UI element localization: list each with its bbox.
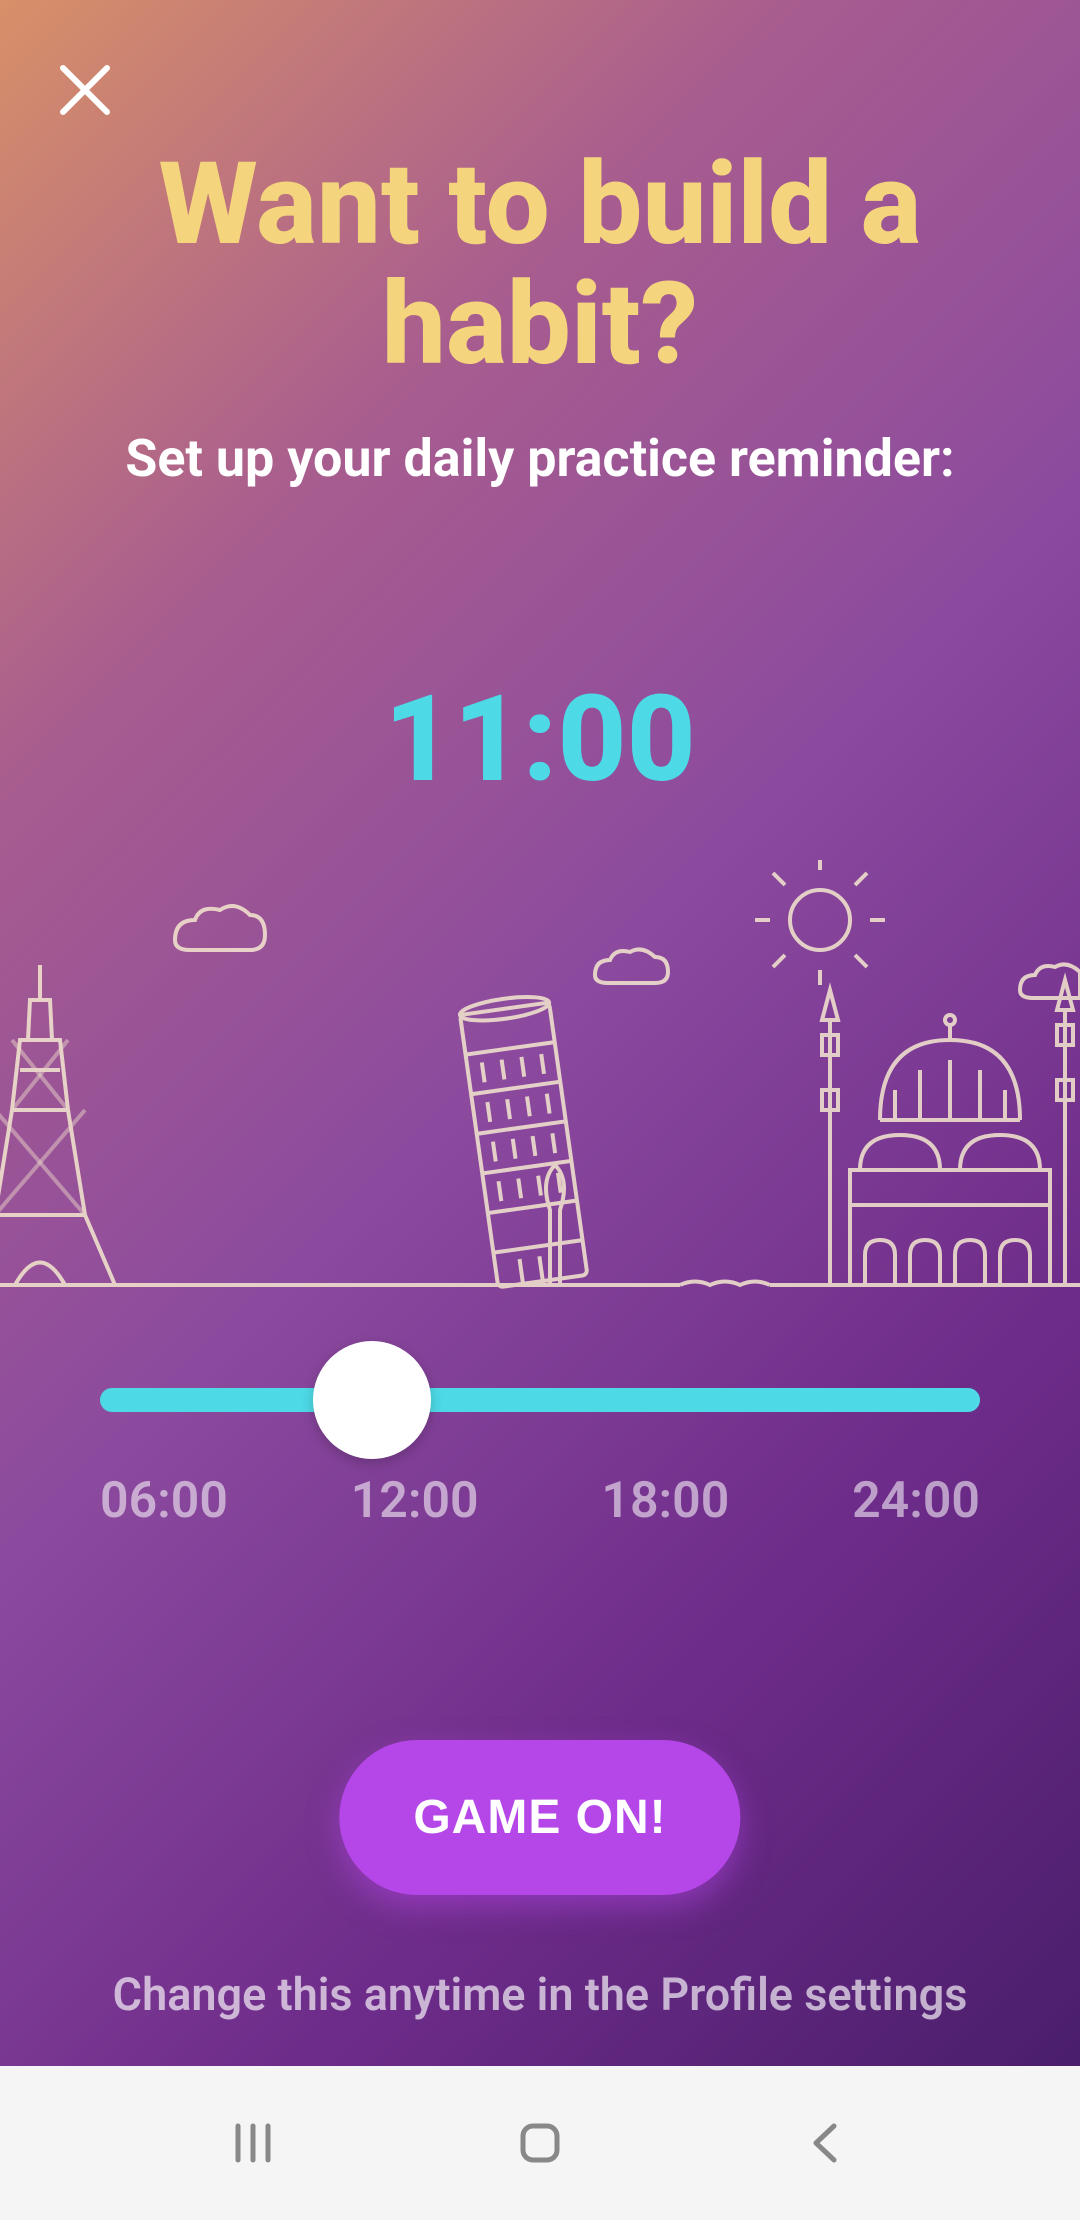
- time-slider-container: 06:00 12:00 18:00 24:00: [100, 1350, 980, 1530]
- selected-time: 11:00: [0, 670, 1080, 810]
- back-icon: [802, 2118, 852, 2168]
- footer-hint: Change this anytime in the Profile setti…: [0, 1968, 1080, 2021]
- back-button[interactable]: [792, 2108, 862, 2178]
- page-title: Want to build a habit?: [0, 145, 1080, 384]
- page-subtitle: Set up your daily practice reminder:: [0, 428, 1080, 489]
- slider-label: 18:00: [601, 1472, 729, 1530]
- home-icon: [515, 2118, 565, 2168]
- slider-label: 12:00: [351, 1472, 479, 1530]
- slider-label: 24:00: [852, 1472, 980, 1530]
- slider-track: [100, 1388, 980, 1412]
- slider-labels: 06:00 12:00 18:00 24:00: [100, 1472, 980, 1530]
- recent-apps-icon: [228, 2118, 278, 2168]
- close-button[interactable]: [55, 60, 115, 120]
- slider-label: 06:00: [100, 1472, 228, 1530]
- slider-thumb[interactable]: [313, 1341, 431, 1459]
- close-icon: [55, 60, 115, 120]
- time-slider[interactable]: [100, 1350, 980, 1450]
- game-on-button[interactable]: GAME ON!: [339, 1740, 740, 1895]
- recent-apps-button[interactable]: [218, 2108, 288, 2178]
- cityscape-illustration: [0, 860, 1080, 1290]
- home-button[interactable]: [505, 2108, 575, 2178]
- system-nav-bar: [0, 2066, 1080, 2220]
- reminder-setup-screen: Want to build a habit? Set up your daily…: [0, 0, 1080, 2066]
